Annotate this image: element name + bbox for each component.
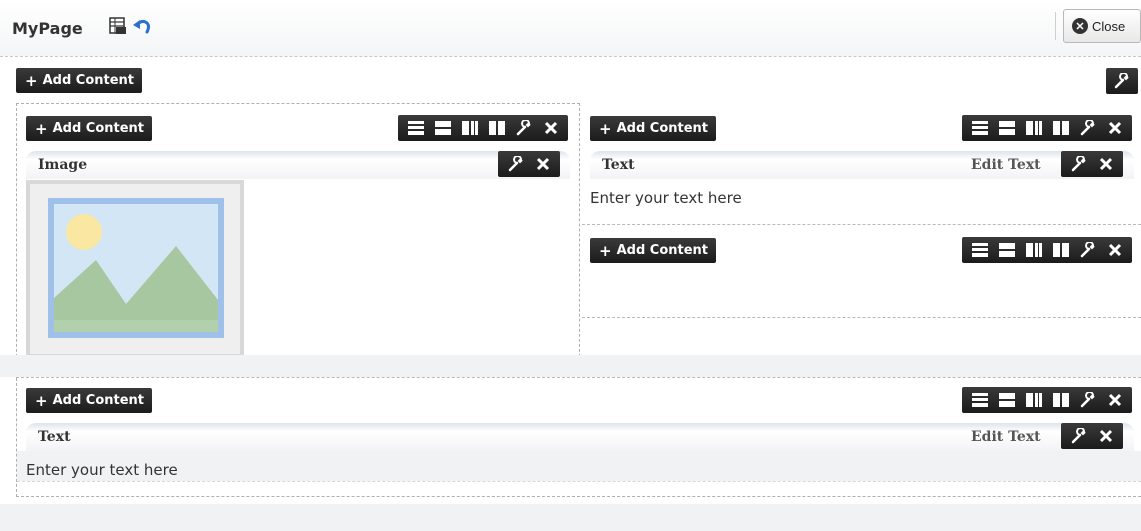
text-widget-bottom-titlebar xyxy=(26,423,1134,451)
page-footer-band xyxy=(0,504,1141,531)
text-widget-top-titlebar xyxy=(590,151,1134,179)
wrench-icon[interactable] xyxy=(516,120,532,136)
layout-rows-icon[interactable] xyxy=(971,120,988,136)
text-widget-bottom-title: Text xyxy=(38,429,71,445)
edit-text-link-top[interactable]: Edit Text xyxy=(971,157,1041,173)
plus-icon: + xyxy=(35,119,48,138)
x-icon[interactable] xyxy=(543,120,559,136)
top-bar xyxy=(0,0,1141,57)
layout-rows-icon[interactable] xyxy=(971,242,988,258)
section-gap xyxy=(0,355,1141,377)
wrench-icon[interactable] xyxy=(1071,156,1087,172)
close-button-label: Close xyxy=(1092,18,1126,34)
layout-split-icon[interactable] xyxy=(488,120,505,136)
wrench-icon[interactable] xyxy=(1080,120,1096,136)
add-content-button-right-bottom[interactable]: + Add Content xyxy=(590,238,717,263)
wrench-icon[interactable] xyxy=(508,156,524,172)
edit-text-link-bottom[interactable]: Edit Text xyxy=(971,429,1041,445)
section-divider xyxy=(17,481,1141,482)
text-widget-top-toolbar xyxy=(1061,151,1123,177)
section-divider xyxy=(582,317,1141,318)
toolbar-separator xyxy=(1055,12,1056,40)
page-title: MyPage xyxy=(12,19,83,38)
add-content-button-left[interactable]: + Add Content xyxy=(26,116,153,141)
left-column-toolbar xyxy=(398,115,568,141)
right-bottom-toolbar xyxy=(962,237,1132,263)
image-placeholder[interactable] xyxy=(26,180,244,358)
text-widget-top-body[interactable]: Enter your text here xyxy=(590,189,742,207)
layout-split-icon[interactable] xyxy=(1052,120,1069,136)
add-content-button-right-top[interactable]: + Add Content xyxy=(590,116,717,141)
layout-columns-icon[interactable] xyxy=(1025,392,1042,408)
layout-stacked-icon[interactable] xyxy=(998,392,1015,408)
x-icon[interactable] xyxy=(1098,156,1114,172)
image-widget-title: Image xyxy=(38,157,88,173)
add-content-label: Add Content xyxy=(616,121,709,136)
plus-icon: + xyxy=(25,71,38,90)
layout-stacked-icon[interactable] xyxy=(434,120,451,136)
layout-columns-icon[interactable] xyxy=(1025,242,1042,258)
text-widget-top-title: Text xyxy=(602,157,635,173)
wrench-icon[interactable] xyxy=(1071,428,1087,444)
image-widget-titlebar xyxy=(26,151,570,179)
text-widget-bottom-band xyxy=(17,451,1141,481)
add-content-button-page[interactable]: + Add Content xyxy=(16,68,143,93)
right-top-toolbar xyxy=(962,115,1132,141)
layout-rows-icon[interactable] xyxy=(407,120,424,136)
layout-stacked-icon[interactable] xyxy=(998,242,1015,258)
section-divider xyxy=(582,224,1141,225)
layout-columns-icon[interactable] xyxy=(461,120,478,136)
text-widget-bottom-toolbar xyxy=(1061,423,1123,449)
page-settings-button[interactable] xyxy=(1106,68,1138,94)
layout-split-icon[interactable] xyxy=(1052,392,1069,408)
wrench-icon[interactable] xyxy=(1080,242,1096,258)
layout-stacked-icon[interactable] xyxy=(998,120,1015,136)
x-icon[interactable] xyxy=(1107,242,1123,258)
x-icon[interactable] xyxy=(1098,428,1114,444)
add-content-label: Add Content xyxy=(42,73,135,88)
wrench-icon xyxy=(1114,73,1130,89)
layout-split-icon[interactable] xyxy=(1052,242,1069,258)
plus-icon: + xyxy=(599,119,612,138)
layout-rows-icon[interactable] xyxy=(971,392,988,408)
plus-icon: + xyxy=(599,241,612,260)
close-circle-icon: ✕ xyxy=(1072,18,1088,34)
undo-icon[interactable] xyxy=(132,16,152,36)
layout-columns-icon[interactable] xyxy=(1025,120,1042,136)
wrench-icon[interactable] xyxy=(1080,392,1096,408)
add-content-label: Add Content xyxy=(52,121,145,136)
bottom-toolbar xyxy=(962,387,1132,413)
add-content-label: Add Content xyxy=(616,243,709,258)
x-icon[interactable] xyxy=(1107,392,1123,408)
image-widget-toolbar xyxy=(498,151,560,177)
spreadsheet-export-icon[interactable] xyxy=(108,16,128,36)
add-content-label: Add Content xyxy=(52,393,145,408)
x-icon[interactable] xyxy=(535,156,551,172)
x-icon[interactable] xyxy=(1107,120,1123,136)
add-content-button-bottom[interactable]: + Add Content xyxy=(26,388,153,413)
text-widget-bottom-body[interactable]: Enter your text here xyxy=(26,461,178,479)
plus-icon: + xyxy=(35,391,48,410)
close-button[interactable]: ✕ Close xyxy=(1063,9,1141,43)
